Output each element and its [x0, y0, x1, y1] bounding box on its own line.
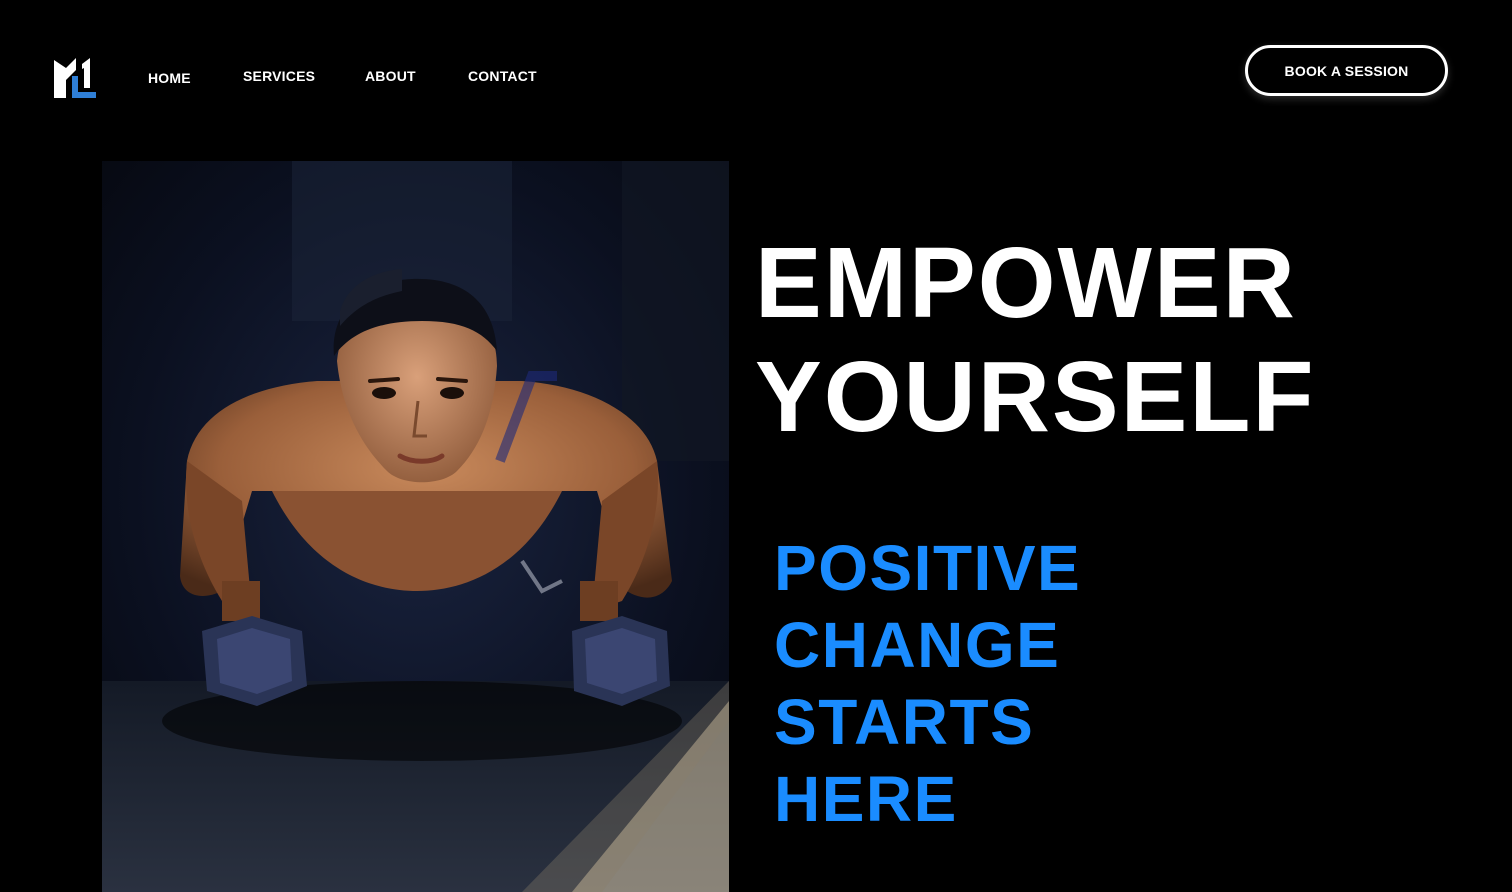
push-up-athlete-photo: [102, 161, 729, 892]
hero-headline: EMPOWER YOURSELF: [755, 226, 1315, 454]
tagline-line-1: POSITIVE: [774, 532, 1082, 604]
brand-logo-icon[interactable]: [52, 54, 98, 100]
hero-tagline: POSITIVE CHANGE STARTS HERE: [774, 530, 1081, 838]
site-header: HOME SERVICES ABOUT CONTACT BOOK A SESSI…: [0, 0, 1512, 140]
tagline-line-4: HERE: [774, 763, 958, 835]
nav-contact-link[interactable]: CONTACT: [468, 66, 537, 86]
nav-services-link[interactable]: SERVICES: [243, 66, 315, 86]
headline-line-2: YOURSELF: [755, 341, 1316, 453]
tagline-line-2: CHANGE: [774, 609, 1061, 681]
nav-home-link[interactable]: HOME: [148, 68, 191, 88]
book-session-button[interactable]: BOOK A SESSION: [1245, 45, 1448, 96]
headline-line-1: EMPOWER: [755, 227, 1297, 339]
tagline-line-3: STARTS: [774, 686, 1035, 758]
nav-about-link[interactable]: ABOUT: [365, 66, 416, 86]
hero-photo: [102, 161, 729, 892]
